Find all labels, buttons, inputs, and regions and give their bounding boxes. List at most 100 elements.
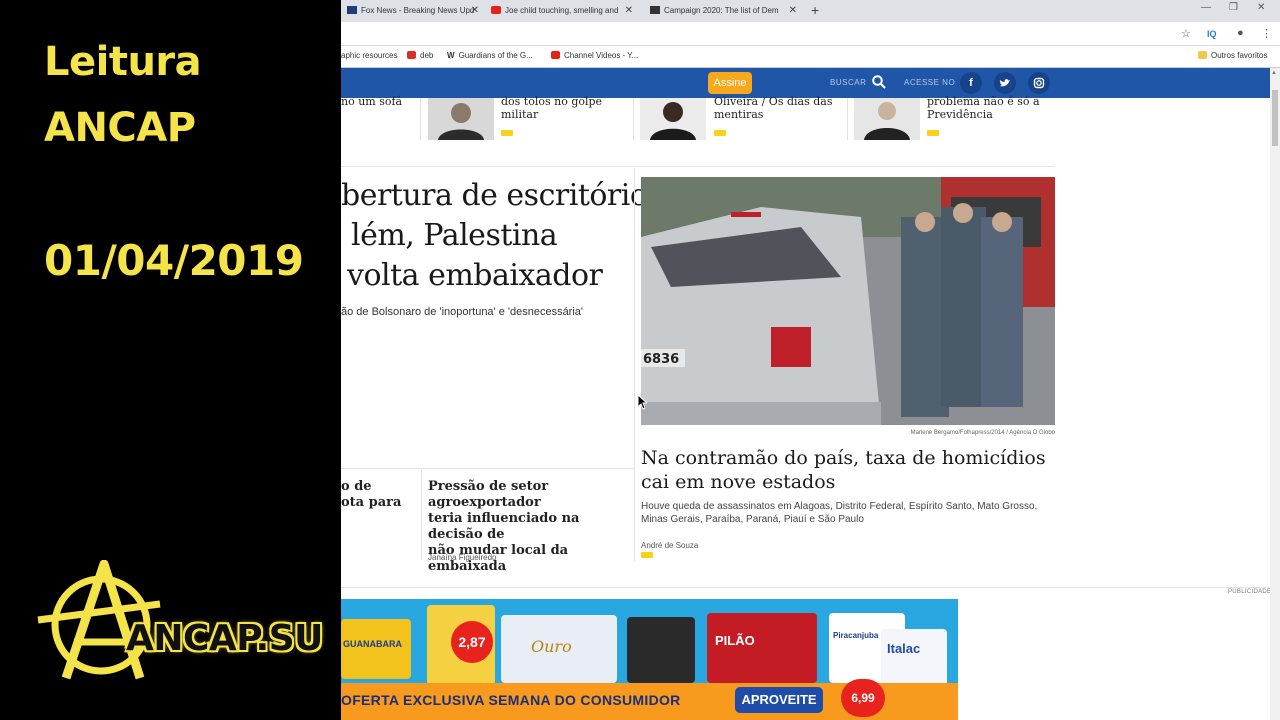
bookmark-label: deb <box>420 51 434 60</box>
key-icon <box>927 130 939 136</box>
store-name: GUANABARA <box>343 639 402 649</box>
close-icon[interactable]: ✕ <box>471 2 479 20</box>
author-name[interactable]: André de Souza <box>641 541 698 550</box>
columnist-line: mentiras <box>714 108 764 121</box>
product-brand: Italac <box>887 641 921 656</box>
columnist-line: problema não é só a <box>927 95 1040 108</box>
bookmark-guardians[interactable]: W Guardians of the G... <box>447 51 533 60</box>
facebook-icon[interactable]: f <box>960 72 982 94</box>
youtube-favicon-icon <box>491 6 501 14</box>
main-subheadline: ão de Bolsonaro de 'inoportuna' e 'desne… <box>341 306 584 318</box>
scroll-thumb[interactable] <box>1272 90 1278 146</box>
bookmark-other-favorites[interactable]: Outros favoritos <box>1198 51 1267 60</box>
iq-icon[interactable]: IQ <box>1207 29 1217 39</box>
browser-window: Fox News - Breaking News Upd ✕ Joe child … <box>341 0 1280 720</box>
bookmark-deb[interactable]: deb <box>407 51 433 60</box>
rice-product: Ouro <box>501 615 617 683</box>
twitter-bird-icon <box>999 79 1010 87</box>
folder-icon <box>1198 51 1207 59</box>
author-name[interactable]: Janaína Figueiredo <box>428 553 497 562</box>
tab-label: Campaign 2020: The list of Dem <box>664 6 779 15</box>
overlay-date: 01/04/2019 <box>44 236 304 285</box>
columnist-photo[interactable] <box>428 98 494 140</box>
columnist-line: dos tolos no golpe <box>501 95 603 108</box>
side-headline[interactable]: Na contramão do país, taxa de homicídios… <box>641 446 1061 494</box>
columnist-line: Oliveira / Os dias das <box>714 95 833 108</box>
bookmark-label: Channel Videos - Y... <box>564 51 639 60</box>
photo-credit: Marlene Bergamo/Folhapress/2014 / Agênci… <box>910 430 1055 436</box>
instagram-icon[interactable] <box>1028 72 1050 94</box>
key-icon <box>714 130 726 136</box>
product-brand: Ouro <box>531 637 572 656</box>
twitter-icon[interactable] <box>994 72 1016 94</box>
star-icon[interactable]: ☆ <box>1181 27 1191 40</box>
person-icon <box>854 98 920 140</box>
bookmark-label: Outros favoritos <box>1211 51 1268 60</box>
columnist-snippet[interactable]: Oliveira / Os dias das mentiras <box>714 95 832 121</box>
video-overlay-panel: Leitura ANCAP 01/04/2019 ANCAP.SU <box>0 0 341 720</box>
minimize-icon[interactable]: — <box>1201 2 1211 13</box>
site-favicon-icon <box>650 6 660 14</box>
close-icon[interactable]: ✕ <box>625 2 633 20</box>
aproveite-button[interactable]: APROVEITE <box>735 687 823 713</box>
police-car-photo: 6836 <box>641 177 1055 425</box>
columnist-snippet[interactable]: problema não é só a Previdência <box>927 95 1040 121</box>
close-icon[interactable]: ✕ <box>789 2 797 20</box>
address-bar[interactable]: ☆ IQ ● ⋮ <box>341 22 1280 46</box>
access-label: ACESSE NO <box>904 78 956 87</box>
youtube-icon <box>551 51 560 59</box>
divider <box>341 587 1270 588</box>
bookmark-channel-videos[interactable]: Channel Videos - Y... <box>551 51 638 60</box>
key-icon <box>501 130 513 136</box>
bookmark-graphic-resources[interactable]: aphic resources <box>341 51 397 60</box>
scroll-up-icon[interactable]: ▲ <box>1271 70 1277 76</box>
ad-offer-text: OFERTA EXCLUSIVA SEMANA DO CONSUMIDOR <box>341 692 681 708</box>
store-logo: GUANABARA <box>341 619 411 679</box>
divider <box>341 468 634 469</box>
license-plate: 6836 <box>643 352 679 367</box>
columnist-line: militar <box>501 108 539 121</box>
search-icon[interactable] <box>872 75 886 89</box>
price-tag: 6,99 <box>841 679 885 717</box>
new-tab-button[interactable]: + <box>811 2 819 18</box>
side-summary: Houve queda de assassinatos em Alagoas, … <box>641 501 1038 525</box>
logo-text: ANCAP.SU <box>126 618 323 659</box>
close-window-icon[interactable]: ✕ <box>1257 2 1265 13</box>
divider <box>847 98 848 140</box>
columnist-photo[interactable] <box>640 98 706 140</box>
bookmarks-bar: aphic resources deb W Guardians of the G.… <box>341 46 1280 68</box>
headline-line: teria influenciado na decisão de <box>428 511 580 542</box>
subscribe-button[interactable]: Assine <box>708 72 752 94</box>
divider <box>341 166 1055 167</box>
headline-line: Pressão de setor agroexportador <box>428 479 549 510</box>
tab-campaign[interactable]: Campaign 2020: The list of Dem ✕ <box>646 2 801 22</box>
main-headline[interactable]: bertura de escritório lém, Palestina vol… <box>341 176 648 296</box>
tab-bar: Fox News - Breaking News Upd ✕ Joe child … <box>341 0 1280 22</box>
tab-youtube[interactable]: Joe child touching, smelling and ✕ <box>487 2 637 22</box>
headline-line: bertura de escritório <box>341 178 648 213</box>
price-tag: 2,87 <box>451 621 493 663</box>
tab-label: Joe child touching, smelling and <box>505 6 619 15</box>
columnist-photo[interactable] <box>854 98 920 140</box>
menu-icon[interactable]: ⋮ <box>1261 27 1272 40</box>
story-headline[interactable]: o de ota para <box>341 479 401 511</box>
scrollbar[interactable]: ▲ <box>1270 68 1280 720</box>
headline-line: lém, Palestina <box>351 218 558 253</box>
columnist-snippet[interactable]: no um sofá <box>341 95 402 108</box>
site-header: Assine BUSCAR ACESSE NO f <box>341 68 1270 98</box>
person-icon <box>640 98 706 140</box>
wikipedia-icon: W <box>447 51 455 60</box>
product-brand: PILÃO <box>715 633 755 648</box>
ad-label: PUBLICIDADE <box>1228 589 1272 595</box>
extension-icon[interactable]: ● <box>1237 27 1244 39</box>
search-label[interactable]: BUSCAR <box>830 78 866 87</box>
bookmark-favicon-icon <box>407 51 416 59</box>
columnist-snippet[interactable]: dos tolos no golpe militar <box>501 95 602 121</box>
overlay-subtitle: ANCAP <box>44 105 196 151</box>
bean-product <box>627 617 695 683</box>
maximize-icon[interactable]: ❐ <box>1229 2 1238 13</box>
headline-line: volta embaixador <box>347 258 603 293</box>
news-photo[interactable]: 6836 <box>641 177 1055 425</box>
ad-banner[interactable]: GUANABARA 2,87 Ouro PILÃO Piracanjuba It… <box>341 599 958 720</box>
tab-fox-news[interactable]: Fox News - Breaking News Upd ✕ <box>343 2 483 22</box>
